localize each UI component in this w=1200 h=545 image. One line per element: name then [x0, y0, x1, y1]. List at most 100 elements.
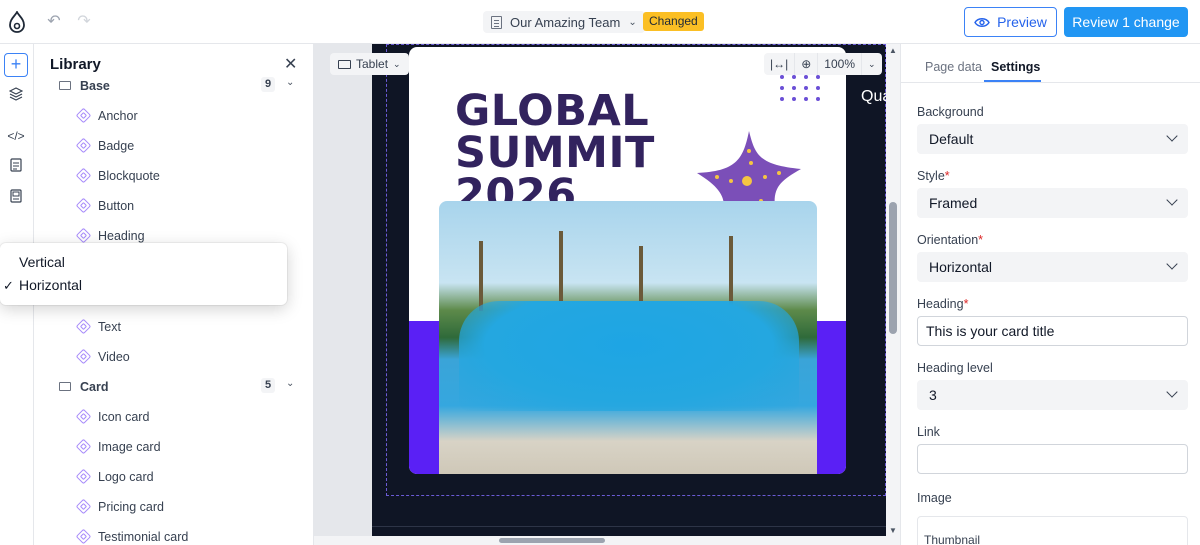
fit-width-icon[interactable]: |↔| — [764, 53, 796, 75]
chevron-down-icon — [1166, 386, 1178, 398]
chevron-down-icon: ⌄ — [393, 58, 401, 69]
library-item-label: Testimonial card — [98, 530, 189, 544]
zoom-in-icon[interactable]: ⊕ — [795, 53, 819, 75]
code-icon[interactable]: </> — [7, 127, 25, 145]
library-item[interactable]: Badge — [35, 131, 313, 161]
dot — [804, 86, 808, 90]
library-item-label: Video — [98, 350, 130, 364]
team-photo — [439, 201, 817, 474]
library-item[interactable]: Icon card — [35, 402, 313, 432]
editor-canvas: Qua GLOBAL SUMMIT 2026 Tablet ⌄ |↔| ⊕ 10… — [314, 44, 900, 545]
orientation-dropdown-menu: Vertical ✓ Horizontal — [0, 243, 287, 305]
page-selector[interactable]: Our Amazing Team ⌄ — [483, 11, 645, 33]
heading-line: GLOBAL — [455, 86, 650, 136]
divider — [901, 82, 1200, 83]
image-field[interactable]: Thumbnail — [917, 516, 1188, 545]
palm-tree — [559, 231, 563, 311]
option-vertical[interactable]: Vertical — [19, 254, 65, 270]
group-label: Base — [80, 79, 110, 93]
tablet-icon — [338, 59, 351, 69]
divider — [372, 526, 886, 527]
library-item-label: Button — [98, 199, 135, 213]
component-icon — [75, 528, 92, 545]
horizontal-scrollbar[interactable] — [314, 536, 900, 545]
crowd — [459, 301, 799, 411]
pattern-icon[interactable] — [7, 189, 25, 207]
component-icon — [75, 438, 92, 455]
library-item[interactable]: Testimonial card — [35, 522, 313, 545]
page-title: Our Amazing Team — [510, 14, 621, 30]
library-item[interactable]: Image card — [35, 432, 313, 462]
library-item[interactable]: Logo card — [35, 462, 313, 492]
preview-button[interactable]: Preview — [964, 7, 1057, 37]
zoom-level[interactable]: 100% — [818, 53, 862, 75]
component-icon — [75, 348, 92, 365]
select-value: Horizontal — [929, 259, 993, 275]
add-icon[interactable]: + — [4, 53, 28, 77]
component-icon — [75, 197, 92, 214]
library-item[interactable]: Anchor — [35, 101, 313, 131]
zoom-controls: |↔| ⊕ 100% ⌄ — [764, 53, 882, 75]
review-changes-button[interactable]: Review 1 change — [1064, 7, 1188, 37]
top-bar: ↶ ↷ Our Amazing Team ⌄ Changed Preview R… — [0, 0, 1200, 44]
scroll-thumb[interactable] — [499, 538, 605, 543]
dot — [792, 86, 796, 90]
background-label: Background — [917, 105, 984, 119]
library-item[interactable]: Video — [35, 342, 313, 372]
option-horizontal[interactable]: Horizontal — [19, 277, 82, 293]
heading-input[interactable]: This is your card title — [917, 316, 1188, 346]
component-icon — [75, 468, 92, 485]
vertical-scrollbar[interactable]: ▲ ▼ — [886, 44, 900, 536]
redo-icon[interactable]: ↷ — [74, 12, 94, 32]
group-count: 5 — [261, 378, 275, 393]
dot — [792, 75, 796, 79]
group-count: 9 — [261, 77, 275, 92]
tab-settings[interactable]: Settings — [991, 60, 1040, 74]
palm-tree — [479, 241, 483, 311]
dot — [816, 86, 820, 90]
check-icon: ✓ — [3, 278, 14, 293]
dot — [816, 75, 820, 79]
device-selector[interactable]: Tablet ⌄ — [330, 53, 409, 75]
library-item[interactable]: Button — [35, 191, 313, 221]
chevron-down-icon — [1166, 258, 1178, 270]
page-icon[interactable] — [7, 158, 25, 176]
dot — [804, 97, 808, 101]
dot — [780, 97, 784, 101]
device-label: Tablet — [356, 57, 389, 71]
heading-level-select[interactable]: 3 — [917, 380, 1188, 410]
dot — [780, 86, 784, 90]
style-label: Style* — [917, 169, 950, 183]
library-item[interactable]: Text — [35, 312, 313, 342]
style-select[interactable]: Framed — [917, 188, 1188, 218]
chevron-down-icon[interactable]: ⌄ — [862, 53, 882, 75]
scroll-up-icon[interactable]: ▲ — [889, 46, 897, 55]
dot — [804, 75, 808, 79]
chevron-down-icon: ⌄ — [286, 378, 295, 389]
heading-line: SUMMIT — [455, 128, 655, 178]
undo-icon[interactable]: ↶ — [44, 12, 64, 32]
document-icon — [491, 15, 502, 29]
chevron-down-icon — [1166, 194, 1178, 206]
dot — [792, 97, 796, 101]
layers-icon[interactable] — [7, 87, 25, 105]
card-heading: GLOBAL SUMMIT 2026 — [455, 86, 655, 217]
library-item-label: Blockquote — [98, 169, 160, 183]
library-group-card[interactable]: Card 5 ⌄ — [35, 372, 313, 402]
tab-page-data[interactable]: Page data — [925, 60, 982, 74]
link-input[interactable] — [917, 444, 1188, 474]
library-item-label: Anchor — [98, 109, 138, 123]
orientation-select[interactable]: Horizontal — [917, 252, 1188, 282]
background-select[interactable]: Default — [917, 124, 1188, 154]
orientation-label: Orientation* — [917, 233, 984, 247]
library-item[interactable]: Pricing card — [35, 492, 313, 522]
heading-label: Heading* — [917, 297, 969, 311]
library-group-base[interactable]: Base 9 ⌄ — [35, 71, 313, 101]
image-card[interactable]: GLOBAL SUMMIT 2026 — [409, 47, 846, 474]
drupal-logo-icon[interactable] — [8, 11, 26, 33]
library-item-label: Pricing card — [98, 500, 164, 514]
scroll-down-icon[interactable]: ▼ — [889, 526, 897, 535]
library-item[interactable]: Blockquote — [35, 161, 313, 191]
image-label: Image — [917, 491, 952, 505]
scroll-thumb[interactable] — [889, 202, 897, 334]
